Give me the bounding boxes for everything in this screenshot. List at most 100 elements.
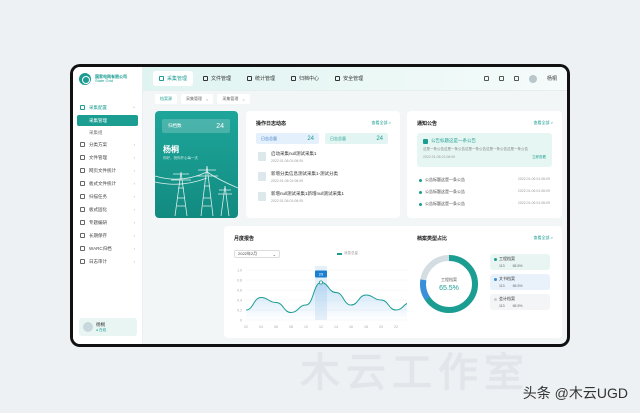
- tab-collection[interactable]: 采集管理: [153, 71, 194, 86]
- menu-icon: [80, 246, 85, 251]
- fullscreen-icon[interactable]: [483, 76, 489, 81]
- user-card[interactable]: 杨桐 ● 在线: [79, 318, 137, 336]
- y-tick-label: 0.6: [237, 289, 242, 293]
- folder-icon: [203, 76, 209, 81]
- monitor-icon: [291, 76, 297, 81]
- log-total-stat[interactable]: 日志总量 24: [256, 133, 319, 144]
- view-all-link[interactable]: 查看全部 >: [534, 235, 553, 241]
- top-nav: 采集管理 文件管理 统计管理 归档中心 安全管理 杨桐: [143, 67, 567, 91]
- sidebar-item[interactable]: 板式固化 ›: [73, 203, 142, 216]
- tab-stats[interactable]: 统计管理: [241, 71, 281, 86]
- card-title: 操作日志动态: [256, 121, 287, 127]
- folder-icon: [80, 105, 85, 110]
- x-tick-label: 14: [334, 325, 338, 329]
- sidebar-item[interactable]: 扫描任务 ›: [73, 190, 142, 203]
- sidebar-item[interactable]: 文件管理 ›: [73, 151, 142, 164]
- top-user-name[interactable]: 杨桐: [547, 75, 557, 82]
- list-item[interactable]: 公告标题这是一条公告 2022.01.06 01:06:09: [419, 189, 550, 195]
- gear-icon: [159, 76, 164, 81]
- x-tick-label: 20: [379, 325, 383, 329]
- sidebar-item[interactable]: 长期保存 ›: [73, 229, 142, 242]
- logo[interactable]: 国家电网有限公司 State Grid: [73, 67, 142, 91]
- log-total-stat[interactable]: 日志总量 24: [325, 133, 388, 144]
- chevron-right-icon: ›: [133, 155, 135, 160]
- sidebar-subitem-collection-manage[interactable]: 采集管理: [77, 115, 138, 126]
- view-all-link[interactable]: 查看全部 >: [534, 120, 553, 126]
- tab-security[interactable]: 安全管理: [329, 71, 369, 86]
- list-item[interactable]: 启动采集null测试采集1 2022.01.06 01:06:09: [258, 151, 317, 163]
- close-icon[interactable]: ×: [206, 97, 208, 102]
- y-tick-label: 0: [240, 319, 242, 323]
- sidebar-item[interactable]: 日志审计 ›: [73, 255, 142, 268]
- welcome-card: 归档数 24 杨桐 你好，祝你开心每一天: [155, 111, 238, 218]
- x-tick-label: 06: [274, 325, 278, 329]
- avatar: [83, 322, 93, 332]
- legend-item-documents[interactable]: 文书档案 113 65.5%: [490, 274, 550, 290]
- file-icon: [258, 172, 266, 181]
- list-item[interactable]: 公告标题这是一条公告 2022.01.06 01:06:09: [419, 177, 550, 183]
- sidebar: 国家电网有限公司 State Grid 采集配置 ^ 采集管理 采集组 分类方案…: [73, 67, 143, 344]
- list-item[interactable]: 新增null测试采集1新增null测试采集1 2022.01.06 01:06:0…: [258, 191, 344, 203]
- file-icon: [258, 152, 266, 161]
- sidebar-subitem-collection-group[interactable]: 采集组: [73, 127, 142, 138]
- chevron-right-icon: ›: [133, 259, 135, 264]
- sidebar-nav: 采集配置 ^ 采集管理 采集组 分类方案 › 文件管理 › 网页文件统计 › 板式文件统计 ›…: [73, 101, 142, 268]
- x-tick-label: 18: [364, 325, 368, 329]
- view-now-link[interactable]: 立即查看: [532, 155, 546, 160]
- y-tick-label: 1.0: [237, 269, 242, 273]
- tab-archive[interactable]: 归档中心: [285, 71, 325, 86]
- shield-icon: [335, 76, 341, 81]
- view-all-link[interactable]: 查看全部 >: [372, 120, 391, 126]
- breadcrumb-item[interactable]: 采集管理 ×: [181, 94, 214, 104]
- x-tick-label: 10: [304, 325, 308, 329]
- donut-center-value: 65.5%: [439, 285, 459, 292]
- y-tick-label: 0.2: [237, 309, 242, 313]
- breadcrumb-item[interactable]: 采集管理 ×: [217, 94, 250, 104]
- sidebar-item[interactable]: 分类方案 ›: [73, 138, 142, 151]
- welcome-name: 杨桐: [163, 145, 179, 154]
- chevron-right-icon: ›: [133, 233, 135, 238]
- close-icon[interactable]: ×: [242, 97, 244, 102]
- featured-notice[interactable]: 公告标题这是一条公告 这是一条公告这是一条公告这是一条公告这是一条公告这是一条公…: [417, 133, 552, 167]
- tab-files[interactable]: 文件管理: [197, 71, 237, 86]
- bell-icon[interactable]: [498, 76, 504, 81]
- donut-center-label: 工程档案: [441, 276, 457, 282]
- user-status: ● 在线: [96, 327, 107, 332]
- top-avatar[interactable]: [528, 74, 537, 83]
- menu-icon: [80, 181, 85, 186]
- file-icon: [258, 192, 266, 201]
- legend-item-accounting[interactable]: 会计档案 113 65.5%: [490, 294, 550, 310]
- sidebar-item[interactable]: 板式文件统计 ›: [73, 177, 142, 190]
- list-item[interactable]: 新增分类信息测试采集1-测试分类 2022.01.06 01:06:09: [258, 171, 338, 183]
- x-tick-label: 02: [244, 325, 248, 329]
- x-tick-label: 12: [319, 325, 323, 329]
- sidebar-item[interactable]: 网页文件统计 ›: [73, 164, 142, 177]
- list-item[interactable]: 公告标题这是一条公告 2022.01.06 01:06:09: [419, 201, 550, 207]
- y-tick-label: 0.8: [237, 279, 242, 283]
- clock-icon: [247, 76, 253, 81]
- sidebar-item[interactable]: WARC归档 ›: [73, 242, 142, 255]
- breadcrumb: 档案源 采集管理 × 采集管理 ×: [155, 94, 250, 104]
- app-screen: 国家电网有限公司 State Grid 采集配置 ^ 采集管理 采集组 分类方案…: [73, 67, 567, 344]
- operation-log-card: 操作日志动态 查看全部 > 日志总量 24 日志总量 24 启动采集null测试采集…: [246, 111, 400, 218]
- user-name: 杨桐: [96, 321, 105, 327]
- card-title: 档案类型占比: [417, 236, 448, 242]
- menu-icon: [80, 207, 85, 212]
- menu-icon: [80, 259, 85, 264]
- x-tick-label: 22: [394, 325, 398, 329]
- chevron-right-icon: ›: [133, 142, 135, 147]
- sidebar-group-collection-config[interactable]: 采集配置 ^: [73, 101, 142, 114]
- sidebar-item[interactable]: 专题编研 ›: [73, 216, 142, 229]
- settings-icon[interactable]: [513, 76, 519, 81]
- menu-icon: [80, 220, 85, 225]
- menu-icon: [80, 155, 85, 160]
- x-tick-label: 08: [289, 325, 293, 329]
- archive-count-badge[interactable]: 归档数 24: [162, 119, 230, 133]
- chevron-right-icon: ›: [133, 168, 135, 173]
- chevron-right-icon: ›: [133, 246, 135, 251]
- y-tick-label: 0.4: [237, 299, 242, 303]
- menu-icon: [80, 142, 85, 147]
- legend-item-engineering[interactable]: 工程档案 113 65.5%: [490, 254, 550, 270]
- x-tick-label: 16: [349, 325, 353, 329]
- breadcrumb-item[interactable]: 档案源: [155, 94, 177, 104]
